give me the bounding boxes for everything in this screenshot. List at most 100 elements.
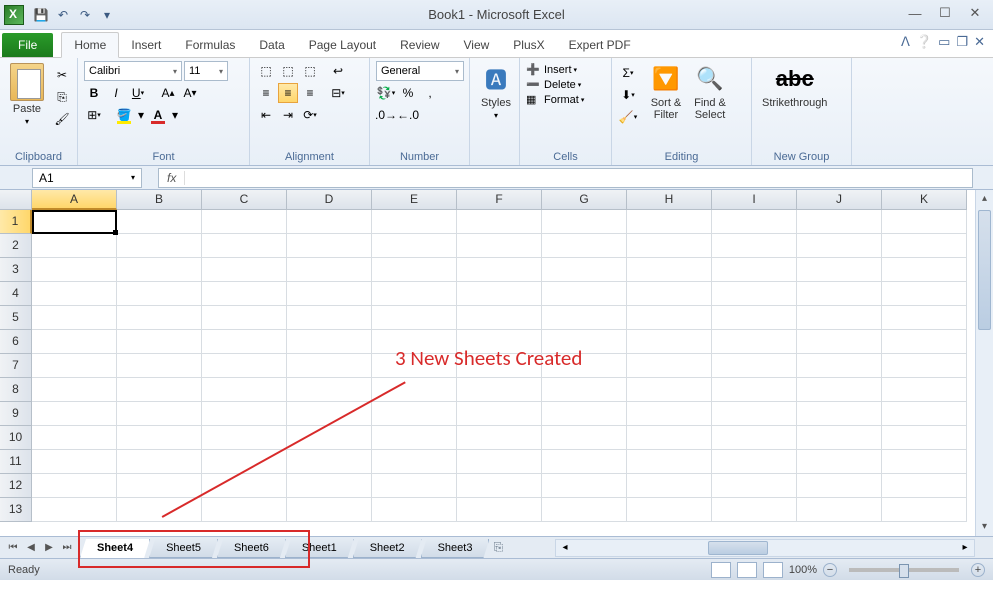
cell[interactable] <box>627 450 712 474</box>
fill-color-dd[interactable]: ▾ <box>136 105 146 125</box>
next-sheet-icon[interactable]: ▶ <box>40 539 58 557</box>
align-top-icon[interactable]: ⬚ <box>256 61 276 81</box>
cell[interactable] <box>32 378 117 402</box>
cell[interactable] <box>797 258 882 282</box>
sort-filter-button[interactable]: 🔽 Sort & Filter <box>646 61 686 123</box>
cell[interactable] <box>542 282 627 306</box>
decrease-font-icon[interactable]: A▾ <box>180 83 200 103</box>
font-size-combo[interactable]: 11▾ <box>184 61 228 81</box>
cell[interactable] <box>542 234 627 258</box>
cell[interactable] <box>882 354 967 378</box>
cell[interactable] <box>712 258 797 282</box>
cell[interactable] <box>797 474 882 498</box>
row-header[interactable]: 1 <box>0 210 32 234</box>
row-header[interactable]: 4 <box>0 282 32 306</box>
qat-customize-icon[interactable]: ▾ <box>98 6 116 24</box>
cell[interactable] <box>202 450 287 474</box>
cell[interactable] <box>712 306 797 330</box>
cell[interactable] <box>372 498 457 522</box>
zoom-out-icon[interactable]: − <box>823 563 837 577</box>
align-left-icon[interactable]: ≡ <box>256 83 276 103</box>
orientation-icon[interactable]: ⟳▾ <box>300 105 320 125</box>
cell[interactable] <box>712 474 797 498</box>
cell[interactable] <box>372 258 457 282</box>
cell[interactable] <box>117 402 202 426</box>
number-format-combo[interactable]: General▾ <box>376 61 464 81</box>
cell[interactable] <box>202 306 287 330</box>
row-header[interactable]: 3 <box>0 258 32 282</box>
cell[interactable] <box>457 378 542 402</box>
row-header[interactable]: 5 <box>0 306 32 330</box>
sheet-tab[interactable]: Sheet3 <box>421 539 490 558</box>
cell[interactable] <box>627 498 712 522</box>
scroll-thumb[interactable] <box>708 541 768 555</box>
cell[interactable] <box>117 426 202 450</box>
redo-icon[interactable]: ↷ <box>76 6 94 24</box>
cell[interactable] <box>287 234 372 258</box>
undo-icon[interactable]: ↶ <box>54 6 72 24</box>
cell[interactable] <box>882 234 967 258</box>
column-header[interactable]: G <box>542 190 627 210</box>
cell[interactable] <box>372 378 457 402</box>
cell[interactable] <box>627 306 712 330</box>
column-header[interactable]: H <box>627 190 712 210</box>
cell[interactable] <box>287 210 372 234</box>
name-box[interactable]: A1▾ <box>32 168 142 188</box>
cell[interactable] <box>882 474 967 498</box>
cell[interactable] <box>457 450 542 474</box>
styles-button[interactable]: 🅰 Styles ▾ <box>476 61 516 122</box>
cell[interactable] <box>372 306 457 330</box>
cell[interactable] <box>627 330 712 354</box>
cell[interactable] <box>542 474 627 498</box>
cell[interactable] <box>797 306 882 330</box>
cell[interactable] <box>32 450 117 474</box>
cell[interactable] <box>627 402 712 426</box>
cell[interactable] <box>627 282 712 306</box>
format-cells-button[interactable]: ▦Format ▾ <box>526 93 584 106</box>
cell[interactable] <box>627 378 712 402</box>
cell[interactable] <box>117 354 202 378</box>
cell[interactable] <box>32 258 117 282</box>
cell[interactable] <box>882 426 967 450</box>
column-header[interactable]: F <box>457 190 542 210</box>
cell[interactable] <box>117 210 202 234</box>
fx-icon[interactable]: fx <box>159 171 185 185</box>
cell[interactable] <box>117 474 202 498</box>
cell[interactable] <box>287 426 372 450</box>
cell[interactable] <box>287 498 372 522</box>
vertical-scrollbar[interactable]: ▴ ▾ <box>975 190 993 536</box>
cell[interactable] <box>32 282 117 306</box>
cell[interactable] <box>372 402 457 426</box>
save-icon[interactable]: 💾 <box>32 6 50 24</box>
strikethrough-button[interactable]: abc Strikethrough <box>758 61 831 111</box>
cell[interactable] <box>627 234 712 258</box>
cell[interactable] <box>457 282 542 306</box>
cell[interactable] <box>202 234 287 258</box>
zoom-slider[interactable] <box>849 568 959 572</box>
percent-format-icon[interactable]: % <box>398 83 418 103</box>
tab-insert[interactable]: Insert <box>119 33 173 57</box>
scroll-down-icon[interactable]: ▾ <box>976 518 993 536</box>
cell[interactable] <box>202 210 287 234</box>
cell[interactable] <box>457 234 542 258</box>
window-restore-icon[interactable]: ❐ <box>956 34 968 50</box>
cell[interactable] <box>882 258 967 282</box>
cell[interactable] <box>627 210 712 234</box>
align-middle-icon[interactable]: ⬚ <box>278 61 298 81</box>
cell[interactable] <box>882 378 967 402</box>
column-header[interactable]: E <box>372 190 457 210</box>
cell[interactable] <box>287 450 372 474</box>
scroll-left-icon[interactable]: ◂ <box>556 540 574 556</box>
cell[interactable] <box>372 450 457 474</box>
cell[interactable] <box>882 402 967 426</box>
copy-icon[interactable]: ⎘ <box>52 87 72 107</box>
cell[interactable] <box>32 330 117 354</box>
scroll-right-icon[interactable]: ▸ <box>956 540 974 556</box>
page-layout-view-icon[interactable] <box>737 562 757 578</box>
accounting-format-icon[interactable]: 💱▾ <box>376 83 396 103</box>
cell[interactable] <box>32 354 117 378</box>
find-select-button[interactable]: 🔍 Find & Select <box>690 61 730 123</box>
cell[interactable] <box>542 258 627 282</box>
format-painter-icon[interactable]: 🖌 <box>52 109 72 129</box>
cell[interactable] <box>287 282 372 306</box>
